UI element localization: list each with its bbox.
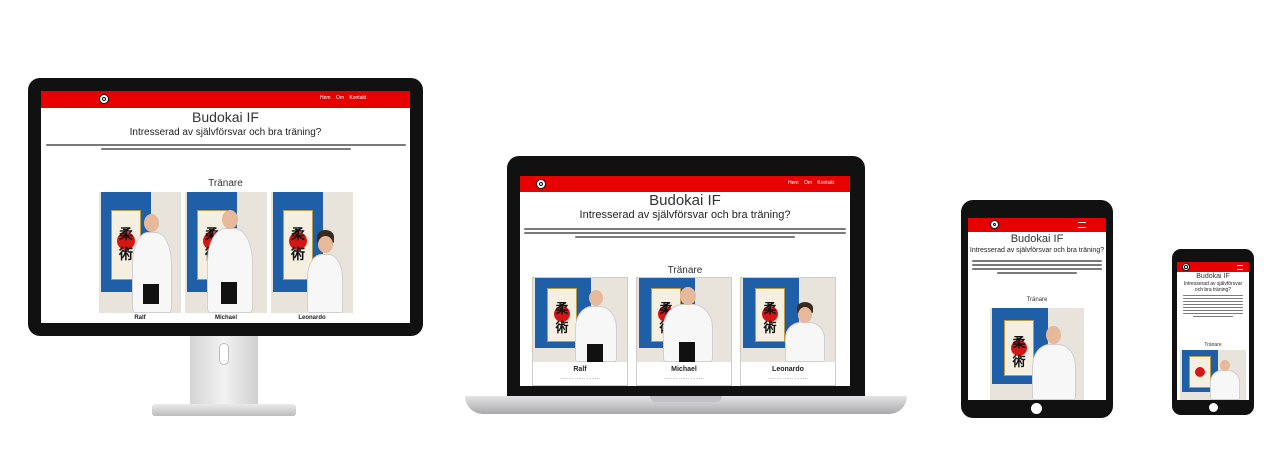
tablet-trainer-card[interactable]: 柔術 — [990, 308, 1084, 400]
trainer-name: Michael — [214, 315, 237, 321]
desktop-site-title: Budokai IF — [192, 109, 259, 125]
desktop-trainer-card[interactable]: 柔術 Leonardo — [271, 192, 353, 323]
trainer-name: Leonardo — [772, 366, 804, 373]
desktop-stand-slot — [219, 343, 229, 365]
trainer-note: ········ ······ ········ — [664, 376, 704, 382]
tablet-site-title: Budokai IF — [1010, 233, 1064, 245]
nav-link-contact[interactable]: Kontakt — [349, 95, 366, 101]
desktop-tagline: Intresserad av självförsvar och bra trän… — [129, 127, 322, 138]
trainer-name: Michael — [671, 366, 697, 373]
laptop-tagline: Intresserad av självförsvar och bra trän… — [579, 209, 791, 221]
laptop-site-title: Budokai IF — [649, 192, 721, 209]
tablet-tagline: Intresserad av självförsvar och bra trän… — [969, 247, 1105, 254]
trainer-photo: 柔術 — [990, 308, 1084, 400]
trainer-photo: 柔術 — [99, 192, 181, 313]
laptop-logo-icon[interactable] — [536, 179, 546, 189]
laptop-intro-text — [524, 228, 846, 244]
nav-link-home[interactable]: Hem — [320, 95, 331, 101]
trainer-name: Ralf — [134, 315, 146, 321]
laptop-screen: Hem Om Kontakt Budokai IF Intresserad av… — [520, 176, 850, 386]
trainer-name: Ralf — [573, 366, 587, 373]
phone-home-button[interactable] — [1209, 403, 1218, 412]
tablet: Budokai IF Intresserad av självförsvar o… — [961, 200, 1113, 418]
desktop-monitor: Hem Om Kontakt Budokai IF Intresserad av… — [28, 78, 423, 336]
desktop-stand-base — [152, 404, 296, 416]
trainer-photo: 柔術 — [185, 192, 267, 313]
laptop-section-heading: Tränare — [667, 265, 703, 276]
nav-link-about[interactable]: Om — [804, 180, 812, 186]
laptop-trainer-card[interactable]: 柔術 Ralf ········ ······ ········ — [532, 277, 628, 386]
phone-trainer-card[interactable] — [1180, 350, 1246, 400]
trainer-name: Leonardo — [298, 315, 326, 321]
trainer-note: ········ ······ ········ — [768, 376, 808, 382]
laptop-trainer-card[interactable]: 柔術 Michael ········ ······ ········ — [636, 277, 732, 386]
desktop-nav-links[interactable]: Hem Om Kontakt — [316, 95, 366, 101]
trainer-photo — [1180, 350, 1246, 400]
phone-intro-text — [1180, 295, 1246, 323]
trainer-note: ········ ······ ········ — [560, 376, 600, 382]
phone-menu-icon[interactable] — [1237, 265, 1243, 270]
desktop-logo-icon[interactable] — [99, 94, 109, 104]
tablet-screen: Budokai IF Intresserad av självförsvar o… — [968, 218, 1106, 400]
desktop-screen: Hem Om Kontakt Budokai IF Intresserad av… — [41, 91, 410, 323]
desktop-trainer-card[interactable]: 柔術 Michael — [185, 192, 267, 323]
desktop-section-heading: Tränare — [208, 178, 243, 189]
trainer-photo: 柔術 — [637, 278, 731, 362]
tablet-logo-icon[interactable] — [990, 220, 999, 229]
phone-navbar — [1177, 262, 1249, 272]
laptop-trainer-card[interactable]: 柔術 Leonardo ········ ······ ········ — [740, 277, 836, 386]
laptop-nav-links[interactable]: Hem Om Kontakt — [784, 180, 834, 186]
nav-link-contact[interactable]: Kontakt — [817, 180, 834, 186]
tablet-menu-icon[interactable] — [1078, 222, 1086, 228]
tablet-home-button[interactable] — [1031, 403, 1042, 414]
laptop: Hem Om Kontakt Budokai IF Intresserad av… — [507, 156, 865, 398]
desktop-intro-text — [45, 144, 406, 158]
tablet-intro-text — [971, 260, 1103, 280]
tablet-section-heading: Tränare — [1026, 297, 1048, 303]
nav-link-home[interactable]: Hem — [788, 180, 799, 186]
tablet-navbar — [968, 218, 1106, 232]
trainer-photo: 柔術 — [533, 278, 627, 362]
trainer-photo: 柔術 — [271, 192, 353, 313]
laptop-navbar: Hem Om Kontakt — [520, 176, 850, 192]
phone-section-heading: Tränare — [1204, 342, 1222, 348]
laptop-trackpad-notch — [650, 396, 722, 402]
desktop-navbar: Hem Om Kontakt — [41, 91, 410, 108]
phone-logo-icon[interactable] — [1182, 263, 1190, 271]
phone-screen: Budokai IF Intresserad av självförsvar o… — [1177, 262, 1249, 400]
trainer-photo: 柔術 — [741, 278, 835, 362]
phone-site-title: Budokai IF — [1196, 273, 1230, 280]
desktop-trainer-card[interactable]: 柔術 Ralf — [99, 192, 181, 323]
phone: Budokai IF Intresserad av självförsvar o… — [1172, 249, 1254, 415]
nav-link-about[interactable]: Om — [336, 95, 344, 101]
phone-tagline: Intresserad av självförsvar och bra trän… — [1183, 281, 1243, 293]
